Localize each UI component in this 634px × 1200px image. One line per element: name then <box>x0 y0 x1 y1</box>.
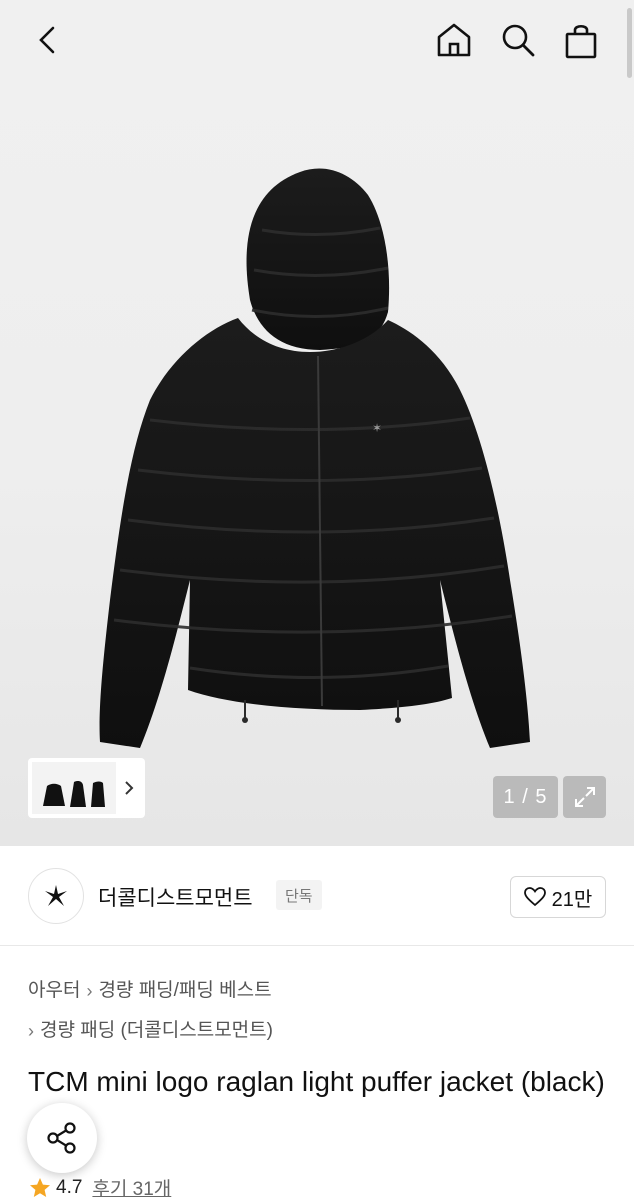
heart-icon <box>523 887 546 907</box>
top-navigation-bar <box>0 0 634 80</box>
back-button[interactable] <box>26 18 70 62</box>
cart-button[interactable] <box>559 18 603 62</box>
category-breadcrumb: 아우터 › 경량 패딩/패딩 베스트 › 경량 패딩 (더콜디스트모먼트) <box>28 978 273 1044</box>
category-level2[interactable]: 경량 패딩/패딩 베스트 <box>98 978 271 1004</box>
like-button[interactable]: 21만 <box>510 876 606 918</box>
review-count-link[interactable]: 후기 31개 <box>92 1174 171 1200</box>
chevron-right-icon: › <box>28 1021 34 1041</box>
product-title: TCM mini logo raglan light puffer jacket… <box>28 1066 605 1097</box>
star-icon <box>30 1177 50 1197</box>
image-counter: 1 / 5 <box>493 776 558 818</box>
thumbnail-jacket-back <box>91 781 105 807</box>
share-icon <box>47 1122 76 1154</box>
category-level1[interactable]: 아우터 <box>28 978 80 1004</box>
scrollbar[interactable] <box>627 8 632 78</box>
product-photo-puffer-jacket: ✶ <box>99 168 530 748</box>
search-button[interactable] <box>496 18 540 62</box>
search-icon <box>502 24 535 57</box>
home-icon <box>437 23 471 57</box>
svg-text:✶: ✶ <box>372 421 382 435</box>
chevron-right-icon: › <box>86 981 93 1001</box>
star-burst-logo-icon <box>45 885 67 906</box>
home-button[interactable] <box>432 18 476 62</box>
rating-summary: 4.7 후기 31개 <box>28 1174 171 1200</box>
product-image-gallery[interactable]: ✶ 1 / 5 <box>0 0 634 846</box>
thumbnail-strip[interactable] <box>28 758 145 818</box>
thumbnail-jacket-front <box>43 783 65 806</box>
shopping-bag-icon <box>565 24 597 59</box>
brand-name[interactable]: 더콜디스트모먼트 <box>98 882 253 912</box>
category-level3[interactable]: 경량 패딩 (더콜디스트모먼트) <box>40 1018 273 1044</box>
thumbnail-images[interactable] <box>32 762 116 814</box>
chevron-right-icon[interactable] <box>122 779 136 797</box>
thumbnail-jacket-side <box>70 781 86 807</box>
share-button[interactable] <box>27 1103 97 1173</box>
like-count: 21만 <box>551 888 593 911</box>
brand-row: 더콜디스트모먼트 단독 21만 <box>0 846 634 946</box>
chevron-left-icon <box>39 26 55 54</box>
rating-score: 4.7 <box>56 1176 83 1198</box>
exclusive-badge: 단독 <box>276 880 322 910</box>
expand-icon[interactable] <box>563 776 606 818</box>
brand-logo[interactable] <box>28 868 84 924</box>
